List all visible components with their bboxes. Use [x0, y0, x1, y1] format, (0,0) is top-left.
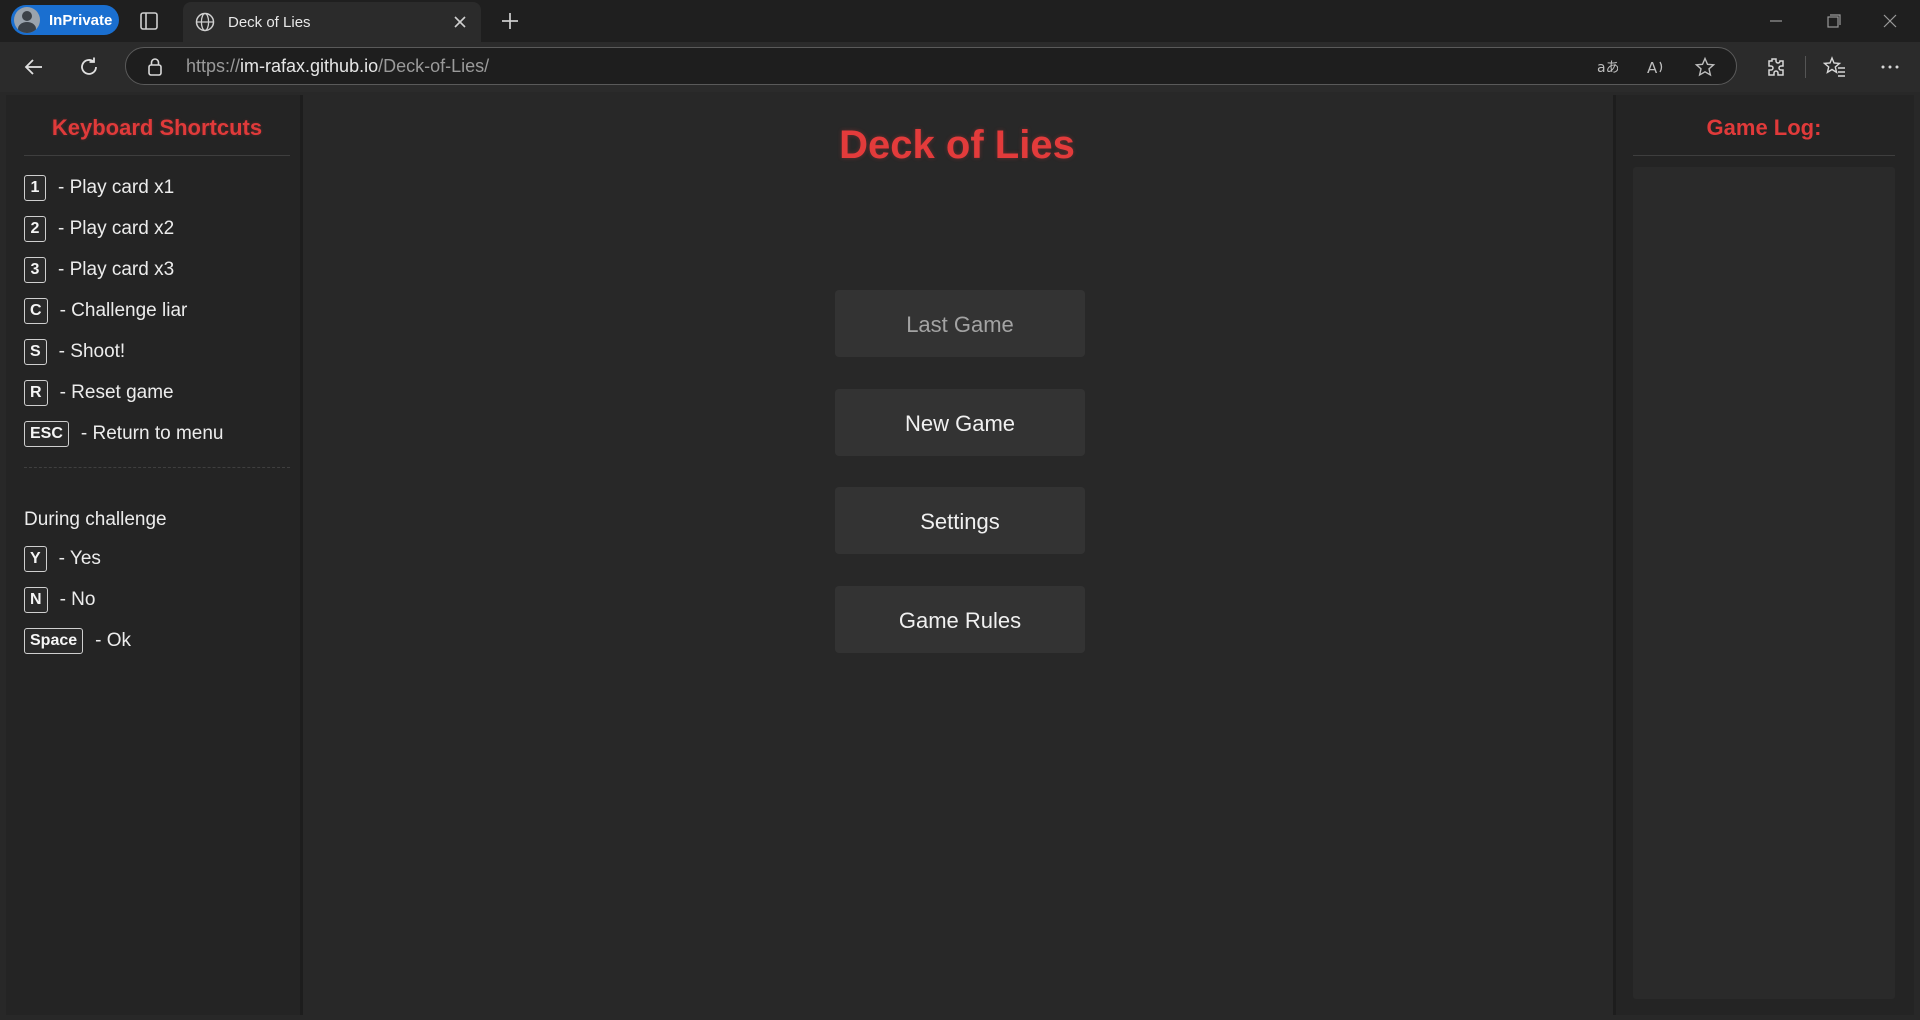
shortcut-label: - Play card x2 — [58, 218, 175, 239]
shortcut-item: R - Reset game — [24, 380, 174, 406]
challenge-shortcut-item: Space - Ok — [24, 628, 131, 654]
inprivate-label: InPrivate — [49, 11, 113, 29]
tab-actions-icon[interactable] — [138, 10, 160, 32]
url-prefix: https:// — [186, 56, 241, 76]
game-log-content[interactable] — [1633, 167, 1895, 999]
divider — [1633, 155, 1895, 156]
inprivate-profile-button[interactable]: InPrivate — [11, 5, 119, 35]
profile-avatar-icon — [14, 7, 40, 33]
lock-icon[interactable] — [146, 57, 164, 77]
shortcut-item: S - Shoot! — [24, 339, 125, 365]
shortcut-label: - Yes — [58, 548, 101, 569]
shortcut-label: - Play card x1 — [58, 177, 175, 198]
url-host: im-rafax.github.io — [240, 56, 379, 76]
challenge-heading: During challenge — [24, 509, 167, 530]
shortcut-label: - Play card x3 — [58, 259, 175, 280]
translate-icon[interactable]: aあ — [1596, 56, 1618, 78]
key-badge: Y — [24, 546, 47, 572]
shortcut-label: - Shoot! — [58, 341, 126, 362]
game-title: Deck of Lies — [839, 123, 1075, 167]
last-game-button[interactable]: Last Game — [835, 290, 1085, 357]
challenge-shortcut-item: N - No — [24, 587, 95, 613]
new-game-button[interactable]: New Game — [835, 389, 1085, 456]
key-badge: 3 — [24, 257, 46, 283]
browser-tab-active[interactable]: Deck of Lies — [183, 2, 481, 42]
more-menu-icon[interactable] — [1878, 55, 1902, 79]
toolbar-separator — [1805, 56, 1806, 78]
shortcut-label: - Return to menu — [80, 423, 224, 444]
shortcuts-title: Keyboard Shortcuts — [51, 115, 263, 140]
globe-icon — [195, 12, 215, 32]
refresh-icon[interactable] — [77, 55, 101, 79]
new-tab-icon[interactable] — [498, 9, 522, 33]
dashed-divider — [24, 467, 290, 468]
keyboard-shortcuts-panel: Keyboard Shortcuts 1 - Play card x1 2 - … — [6, 95, 303, 1015]
shortcut-item: ESC - Return to menu — [24, 421, 223, 447]
address-bar[interactable]: https://im-rafax.github.io/Deck-of-Lies/… — [125, 47, 1737, 85]
read-aloud-icon[interactable]: A — [1645, 56, 1667, 78]
shortcut-item: 2 - Play card x2 — [24, 216, 174, 242]
shortcut-item: 3 - Play card x3 — [24, 257, 174, 283]
shortcut-item: 1 - Play card x1 — [24, 175, 174, 201]
key-badge: 2 — [24, 216, 46, 242]
tab-title: Deck of Lies — [228, 13, 311, 31]
minimize-icon[interactable] — [1764, 10, 1788, 32]
divider — [24, 155, 290, 156]
key-badge: ESC — [24, 421, 69, 447]
key-badge: C — [24, 298, 48, 324]
shortcut-label: - Ok — [95, 630, 132, 651]
page-content: Keyboard Shortcuts 1 - Play card x1 2 - … — [0, 92, 1920, 1020]
extensions-icon[interactable] — [1763, 55, 1787, 79]
shortcut-label: - No — [59, 589, 96, 610]
key-badge: R — [24, 380, 48, 406]
back-arrow-icon[interactable] — [22, 55, 46, 79]
svg-text:A: A — [1647, 59, 1658, 77]
main-menu: Deck of Lies Last Game New Game Settings… — [306, 95, 1608, 1015]
url-text: https://im-rafax.github.io/Deck-of-Lies/ — [186, 56, 489, 77]
close-window-icon[interactable] — [1878, 10, 1902, 32]
key-badge: S — [24, 339, 47, 365]
shortcut-label: - Challenge liar — [59, 300, 188, 321]
key-badge: Space — [24, 628, 84, 654]
favorites-icon[interactable] — [1823, 55, 1847, 79]
key-badge: 1 — [24, 175, 46, 201]
game-log-title: Game Log: — [1706, 115, 1822, 140]
shortcut-label: - Reset game — [59, 382, 174, 403]
game-rules-button[interactable]: Game Rules — [835, 586, 1085, 653]
close-tab-icon[interactable] — [451, 13, 469, 31]
settings-button[interactable]: Settings — [835, 487, 1085, 554]
challenge-shortcut-item: Y - Yes — [24, 546, 101, 572]
tab-bar: InPrivate Deck of Lies — [0, 0, 1920, 42]
favorite-star-icon[interactable] — [1694, 56, 1716, 78]
shortcut-item: C - Challenge liar — [24, 298, 187, 324]
key-badge: N — [24, 587, 48, 613]
svg-text:aあ: aあ — [1597, 60, 1618, 76]
url-path: /Deck-of-Lies/ — [378, 56, 490, 76]
browser-toolbar: https://im-rafax.github.io/Deck-of-Lies/… — [0, 42, 1920, 92]
restore-icon[interactable] — [1821, 10, 1845, 32]
game-log-panel: Game Log: — [1613, 95, 1914, 1015]
